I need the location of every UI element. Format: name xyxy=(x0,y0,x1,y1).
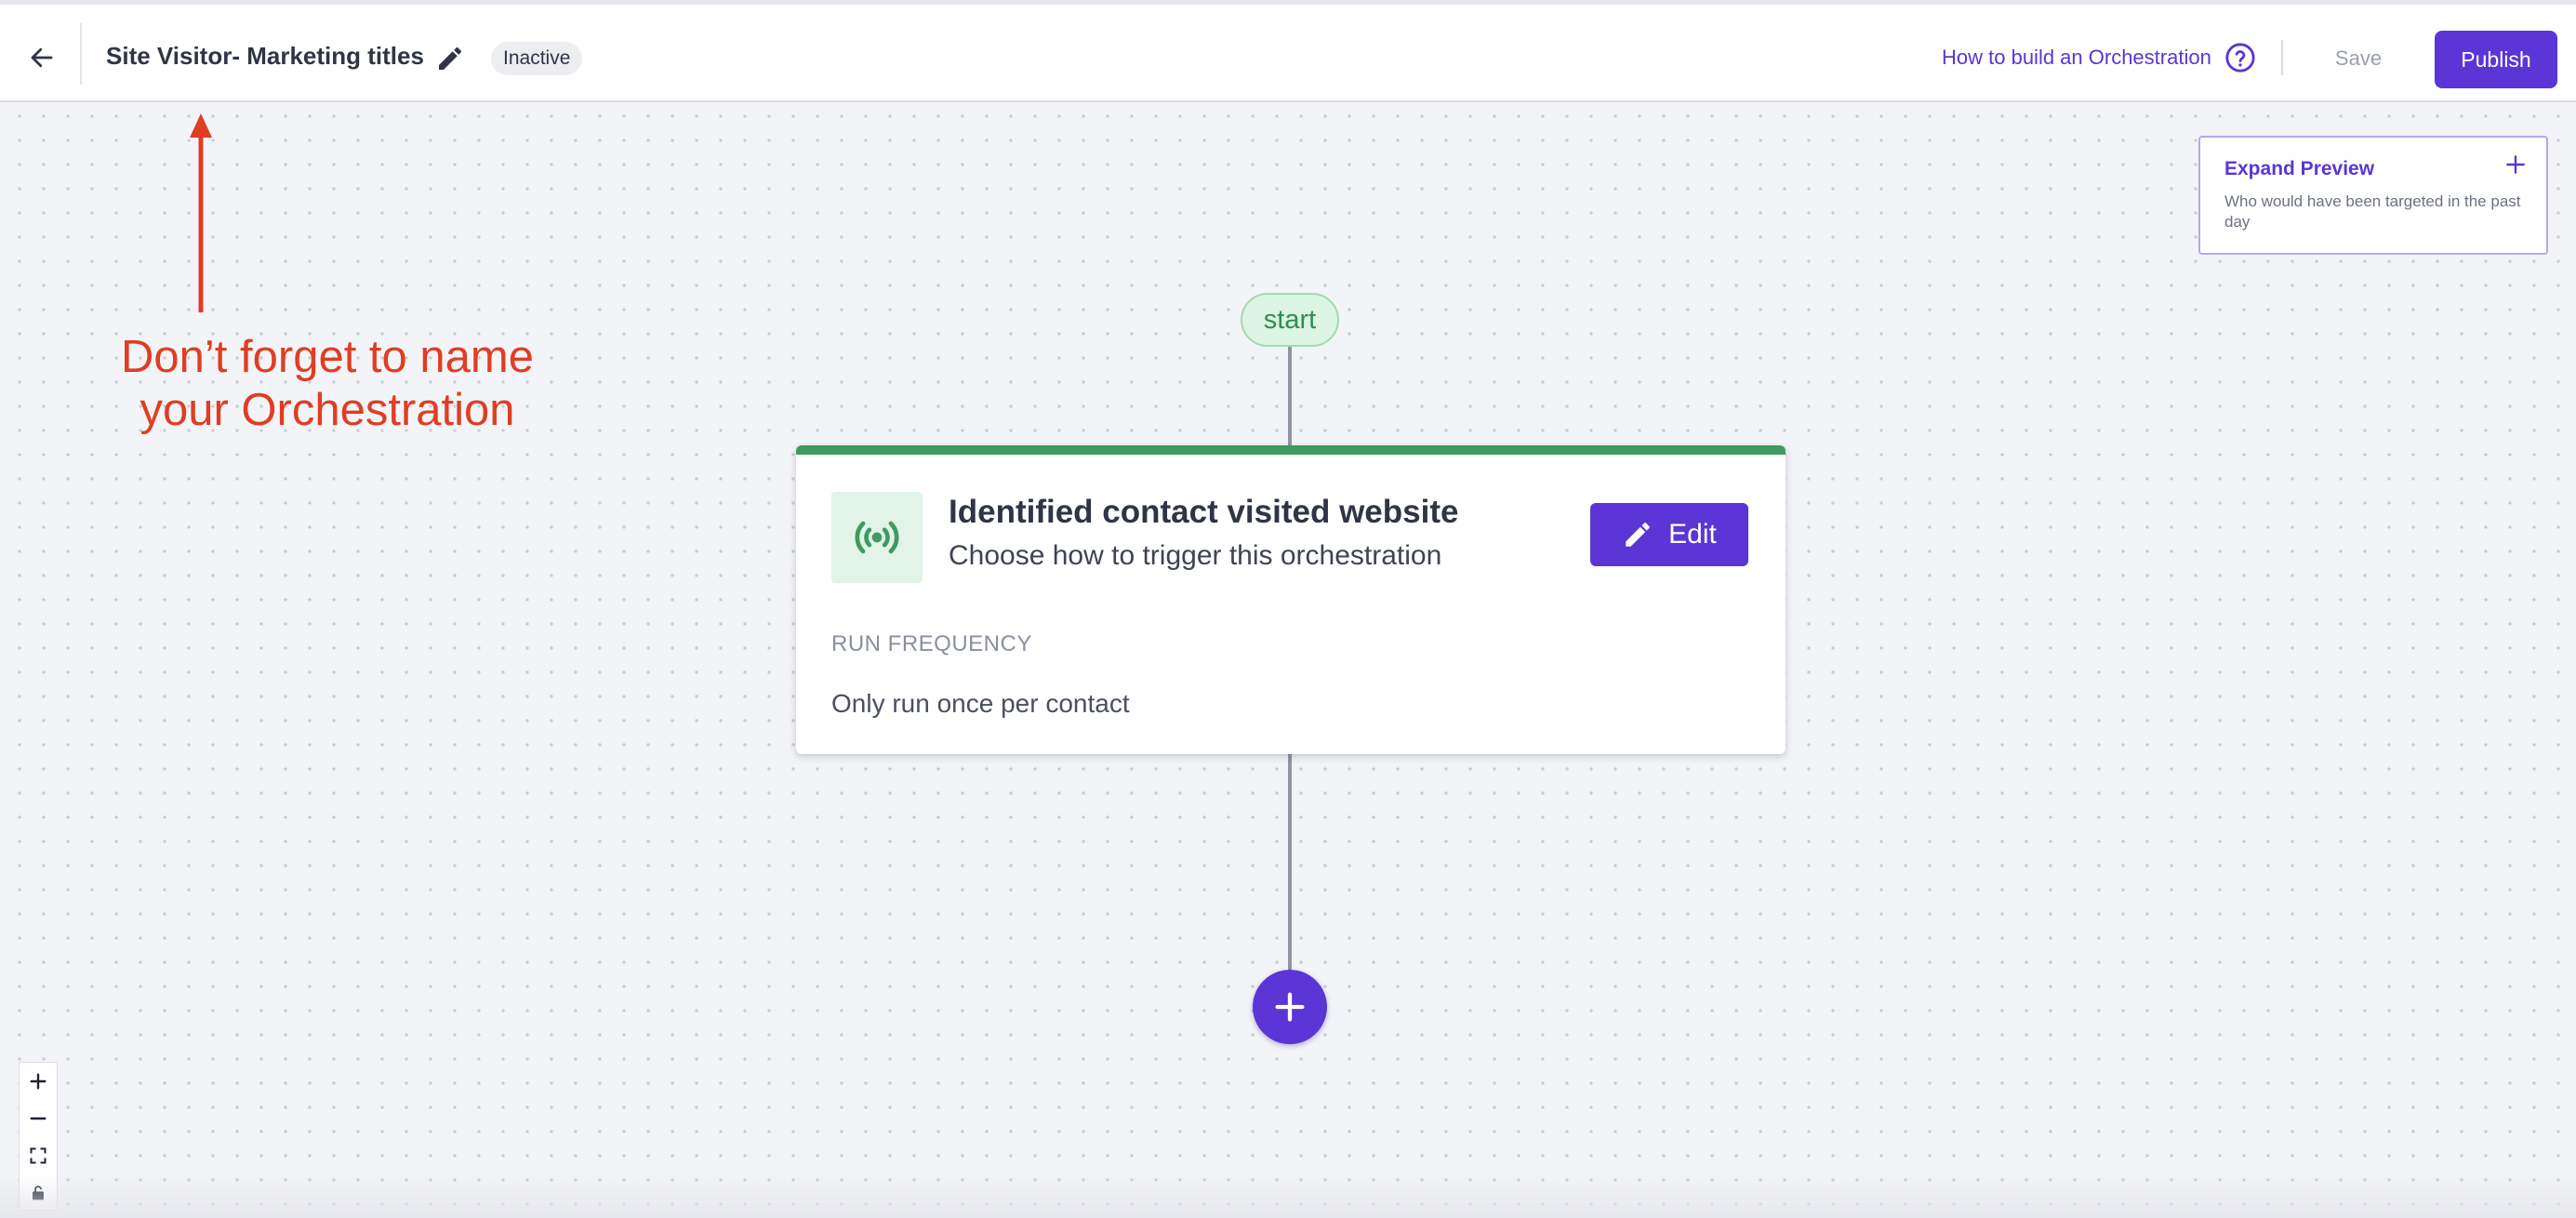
edit-label: Edit xyxy=(1668,519,1717,549)
top-header: Site Visitor- Marketing titles Inactive … xyxy=(0,0,2576,102)
run-frequency-label: RUN FREQUENCY xyxy=(831,631,1032,656)
fit-view-button[interactable] xyxy=(20,1137,57,1174)
edit-title-button[interactable] xyxy=(432,40,469,77)
plus-icon xyxy=(30,1073,46,1090)
minus-icon xyxy=(30,1117,46,1120)
broadcast-icon xyxy=(855,521,899,554)
trigger-subtitle: Choose how to trigger this orchestration xyxy=(949,540,1442,571)
start-node: start xyxy=(1241,293,1339,347)
status-badge: Inactive xyxy=(491,42,583,75)
zoom-out-button[interactable] xyxy=(20,1100,57,1137)
add-step-button[interactable] xyxy=(1253,970,1327,1044)
preview-subtitle: Who would have been targeted in the past… xyxy=(2224,192,2521,231)
zoom-in-button[interactable] xyxy=(20,1063,57,1100)
orchestration-title[interactable]: Site Visitor- Marketing titles xyxy=(106,42,424,71)
header-divider xyxy=(80,23,82,85)
edit-trigger-button[interactable]: Edit xyxy=(1590,503,1748,566)
annotation-arrow-icon xyxy=(190,113,212,312)
annotation-line-1: Don’t forget to name xyxy=(121,332,534,382)
plus-icon[interactable] xyxy=(2503,152,2528,177)
trigger-card[interactable]: Identified contact visited website Choos… xyxy=(796,445,1786,754)
trigger-title: Identified contact visited website xyxy=(949,494,1459,530)
plus-icon xyxy=(1275,992,1305,1022)
question-circle-icon[interactable] xyxy=(2224,42,2256,73)
annotation-text: Don’t forget to name your Orchestration xyxy=(56,331,599,437)
annotation-line-2: your Orchestration xyxy=(139,385,515,435)
run-frequency-value: Only run once per contact xyxy=(831,689,1130,718)
preview-title: Expand Preview xyxy=(2224,158,2375,179)
back-button[interactable] xyxy=(20,36,63,79)
help-link[interactable]: How to build an Orchestration xyxy=(1942,46,2211,70)
pencil-icon xyxy=(439,46,462,70)
fit-view-icon xyxy=(30,1147,46,1164)
bottom-shade xyxy=(0,1173,2576,1218)
flow-connector xyxy=(1288,346,1292,448)
pencil-icon xyxy=(1626,523,1650,547)
trigger-icon-box xyxy=(831,492,923,583)
save-button[interactable]: Save xyxy=(2316,36,2401,81)
header-divider xyxy=(2281,40,2283,75)
flow-connector xyxy=(1288,753,1292,973)
arrow-left-icon xyxy=(31,47,53,68)
expand-preview-card[interactable]: Expand Preview Who would have been targe… xyxy=(2198,136,2548,255)
publish-button[interactable]: Publish xyxy=(2435,31,2557,88)
